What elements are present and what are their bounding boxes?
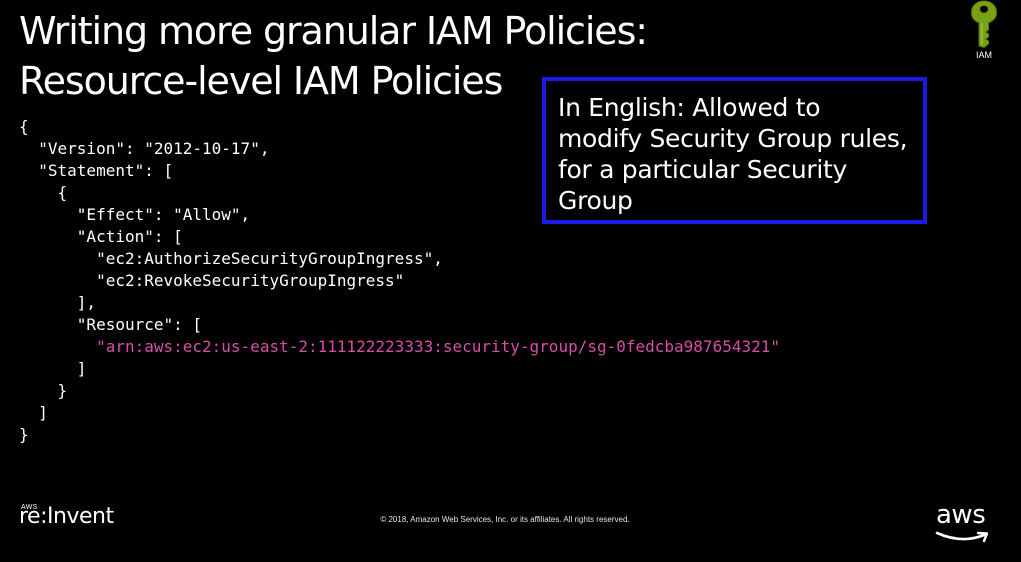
code-line: "Action": [ <box>19 227 183 246</box>
code-line: "ec2:RevokeSecurityGroupIngress" <box>19 271 405 290</box>
code-line: "ec2:AuthorizeSecurityGroupIngress", <box>19 249 443 268</box>
copyright-notice: © 2018, Amazon Web Services, Inc. or its… <box>380 515 630 524</box>
callout-box: In English: Allowed to modify Security G… <box>542 77 927 224</box>
iam-label: IAM <box>975 50 992 60</box>
slide-title-line-1: Writing more granular IAM Policies: <box>19 9 648 53</box>
code-line: ], <box>19 293 97 312</box>
aws-logo: aws <box>934 500 996 546</box>
aws-logo-text: aws <box>936 500 986 530</box>
aws-smile-icon <box>935 531 989 543</box>
code-line: } <box>19 425 29 444</box>
code-line: "arn:aws:ec2:us-east-2:111122223333:secu… <box>19 336 780 358</box>
code-line: } <box>19 381 68 400</box>
iam-badge: IAM <box>962 0 1006 64</box>
code-line: "Resource": [ <box>19 315 203 334</box>
code-line: ] <box>19 359 87 378</box>
resource-arn: "arn:aws:ec2:us-east-2:111122223333:secu… <box>96 337 780 356</box>
iam-key-icon <box>970 0 998 48</box>
code-line: ] <box>19 403 48 422</box>
callout-text: In English: Allowed to modify Security G… <box>558 93 908 215</box>
